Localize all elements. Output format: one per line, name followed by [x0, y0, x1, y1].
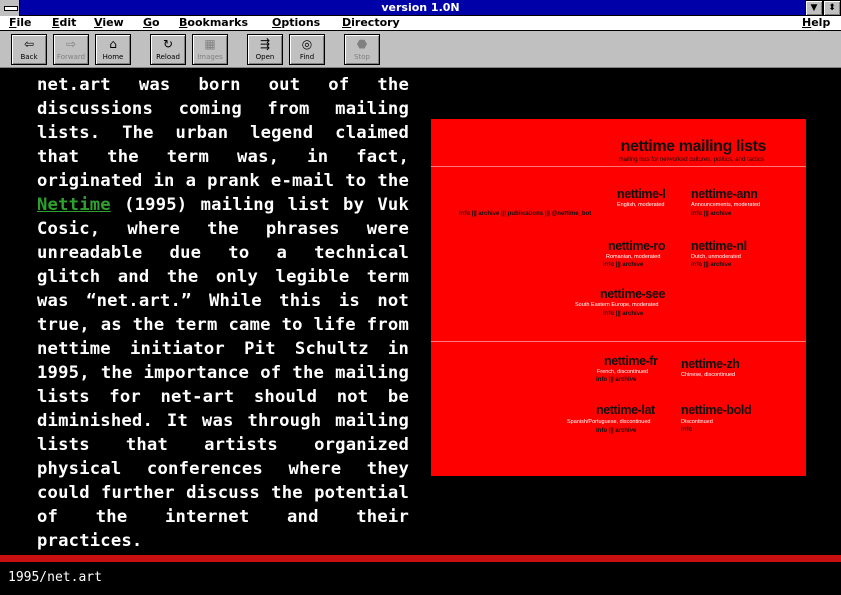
- menu-options[interactable]: Options: [272, 16, 320, 29]
- nettime-screenshot-panel: nettime mailing lists mailing lists for …: [431, 119, 806, 476]
- forward-button-label: Forward: [56, 53, 86, 61]
- forward-button[interactable]: ⇨ Forward: [53, 34, 89, 65]
- caption: 1995/net.art: [8, 570, 102, 585]
- menu-bar: File Edit View Go Bookmarks Options Dire…: [0, 16, 841, 31]
- find-button[interactable]: ◎ Find: [289, 34, 325, 65]
- home-button-label: Home: [102, 53, 124, 61]
- minimize-button[interactable]: ▼: [805, 0, 823, 16]
- stop-button-label: Stop: [354, 53, 370, 61]
- list-links[interactable]: info: [681, 427, 692, 433]
- nettime-link[interactable]: Nettime: [37, 195, 111, 215]
- list-links[interactable]: info ||| archive: [691, 211, 731, 217]
- list-links[interactable]: info ||| archive: [603, 311, 643, 317]
- maximize-button[interactable]: ⬍: [823, 0, 841, 16]
- reload-icon: ↻: [162, 37, 174, 51]
- title-bar: version 1.0N ▼ ⬍: [0, 0, 841, 16]
- menu-go[interactable]: Go: [143, 16, 160, 29]
- panel-subtitle: mailing lists for networked cultures, po…: [618, 157, 764, 163]
- menu-directory[interactable]: Directory: [342, 16, 400, 29]
- list-nettime-ann[interactable]: nettime-ann: [691, 187, 758, 201]
- list-desc: English, moderated: [617, 202, 665, 208]
- back-arrow-icon: ⇦: [23, 37, 35, 51]
- reload-button-label: Reload: [156, 53, 180, 61]
- find-binoculars-icon: ◎: [301, 37, 313, 51]
- menu-edit[interactable]: Edit: [52, 16, 76, 29]
- list-nettime-nl[interactable]: nettime-nl: [691, 239, 747, 253]
- list-desc: South Eastern Europe, moderated: [575, 302, 659, 308]
- reload-button[interactable]: ↻ Reload: [150, 34, 186, 65]
- list-nettime-lat[interactable]: nettime-lat: [596, 403, 655, 417]
- open-button-label: Open: [255, 53, 275, 61]
- back-button[interactable]: ⇦ Back: [11, 34, 47, 65]
- page-content: net.art was born out of the discussions …: [0, 69, 841, 554]
- list-desc: Romanian, moderated: [606, 254, 661, 260]
- article-text-before-link: net.art was born out of the discussions …: [37, 75, 409, 191]
- list-nettime-zh[interactable]: nettime-zh: [681, 357, 740, 371]
- menu-file[interactable]: File: [9, 16, 32, 29]
- list-links[interactable]: info ||| archive: [691, 262, 731, 268]
- list-desc: Spanish/Portuguese, discontinued: [567, 419, 651, 425]
- menu-bookmarks[interactable]: Bookmarks: [179, 16, 248, 29]
- menu-help[interactable]: Help: [802, 16, 830, 29]
- panel-title: nettime mailing lists: [620, 138, 767, 155]
- list-links[interactable]: info ||| archive: [603, 262, 643, 268]
- article-text-after-link: (1995) mailing list by Vuk Cosic, where …: [37, 195, 409, 551]
- open-button[interactable]: ⇶ Open: [247, 34, 283, 65]
- list-desc: Announcements, moderated: [691, 202, 761, 208]
- menu-view[interactable]: View: [94, 16, 124, 29]
- panel-divider: [431, 166, 806, 167]
- list-desc: Dutch, unmoderated: [691, 254, 741, 260]
- list-links[interactable]: info ||| archive: [596, 428, 636, 434]
- back-button-label: Back: [20, 53, 38, 61]
- list-desc: Discontinued: [681, 419, 713, 425]
- stop-icon: ⬣: [356, 37, 368, 51]
- list-links[interactable]: info ||| archive: [596, 377, 636, 383]
- list-nettime-l[interactable]: nettime-l: [617, 187, 666, 201]
- images-icon: ▦: [204, 37, 216, 51]
- list-links[interactable]: info ||| archive ||| publications ||| @n…: [459, 211, 591, 217]
- list-nettime-bold[interactable]: nettime-bold: [681, 403, 752, 417]
- footer-divider: [0, 555, 841, 562]
- list-desc: French, discontinued: [597, 369, 649, 375]
- stop-button[interactable]: ⬣ Stop: [344, 34, 380, 65]
- images-button-label: Images: [197, 53, 223, 61]
- open-icon: ⇶: [259, 37, 271, 51]
- forward-arrow-icon: ⇨: [65, 37, 77, 51]
- images-button[interactable]: ▦ Images: [192, 34, 228, 65]
- window-title: version 1.0N: [381, 1, 460, 14]
- article-paragraph: net.art was born out of the discussions …: [37, 73, 409, 553]
- list-nettime-fr[interactable]: nettime-fr: [604, 354, 658, 368]
- home-icon: ⌂: [109, 37, 117, 51]
- find-button-label: Find: [299, 53, 315, 61]
- list-desc: Chinese, discontinued: [681, 372, 736, 378]
- list-nettime-see[interactable]: nettime-see: [600, 287, 665, 301]
- list-nettime-ro[interactable]: nettime-ro: [608, 239, 666, 253]
- toolbar: ⇦ Back ⇨ Forward ⌂ Home ↻ Reload ▦ Image…: [0, 31, 841, 68]
- panel-divider: [431, 341, 806, 342]
- home-button[interactable]: ⌂ Home: [95, 34, 131, 65]
